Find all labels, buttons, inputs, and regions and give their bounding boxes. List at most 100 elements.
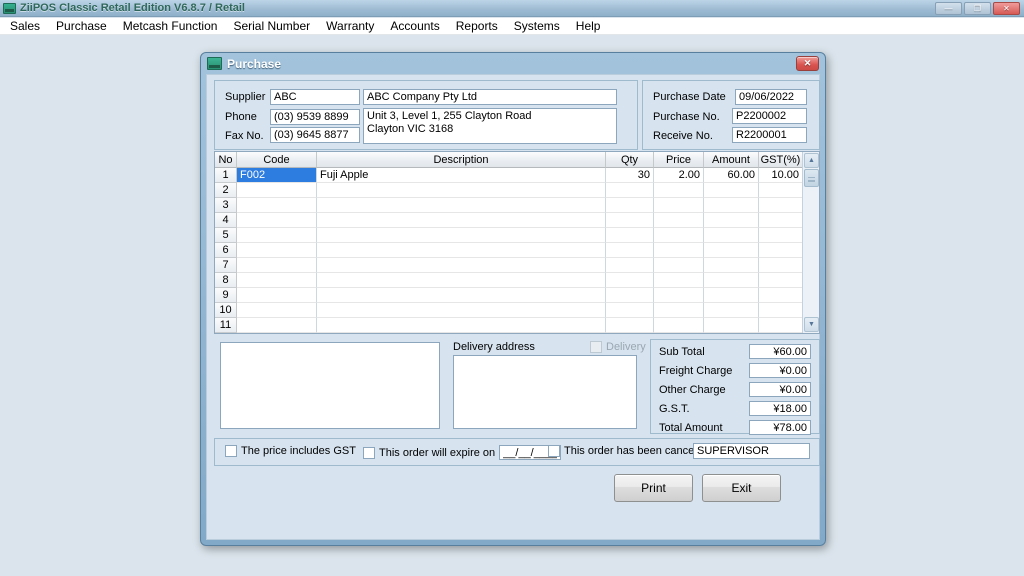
grid-cell-gst[interactable] bbox=[759, 288, 803, 303]
scroll-up-icon[interactable]: ▲ bbox=[804, 153, 819, 168]
grid-cell-amount[interactable] bbox=[704, 318, 759, 333]
grid-cell-qty[interactable] bbox=[606, 318, 654, 333]
user-input[interactable] bbox=[693, 443, 810, 459]
row-number[interactable]: 2 bbox=[215, 183, 237, 198]
grid-cell-qty[interactable] bbox=[606, 288, 654, 303]
grid-cell-code[interactable] bbox=[237, 288, 317, 303]
grid-cell-amount[interactable] bbox=[704, 213, 759, 228]
grid-cell-price[interactable] bbox=[654, 213, 704, 228]
grid-cell-price[interactable] bbox=[654, 243, 704, 258]
grid-cell-code[interactable] bbox=[237, 243, 317, 258]
menu-item-serial-number[interactable]: Serial Number bbox=[225, 18, 318, 34]
grid-cell-description[interactable] bbox=[317, 273, 606, 288]
menu-item-help[interactable]: Help bbox=[568, 18, 609, 34]
grid-cell-price[interactable] bbox=[654, 183, 704, 198]
order-expire-checkbox[interactable] bbox=[363, 447, 375, 459]
grid-cell-description[interactable] bbox=[317, 288, 606, 303]
grid-cell-gst[interactable] bbox=[759, 273, 803, 288]
row-number[interactable]: 11 bbox=[215, 318, 237, 333]
grid-cell-price[interactable] bbox=[654, 288, 704, 303]
row-number[interactable]: 4 bbox=[215, 213, 237, 228]
purchase-no-input[interactable] bbox=[732, 108, 807, 124]
grid-cell-code[interactable] bbox=[237, 273, 317, 288]
row-number[interactable]: 8 bbox=[215, 273, 237, 288]
grid-cell-price[interactable] bbox=[654, 303, 704, 318]
grid-cell-code[interactable] bbox=[237, 213, 317, 228]
phone-input[interactable] bbox=[270, 109, 360, 125]
grid-cell-gst[interactable]: 10.00 bbox=[759, 168, 803, 183]
grid-cell-gst[interactable] bbox=[759, 258, 803, 273]
grid-cell-code[interactable] bbox=[237, 198, 317, 213]
grid-cell-price[interactable] bbox=[654, 258, 704, 273]
grid-cell-amount[interactable] bbox=[704, 228, 759, 243]
close-button[interactable]: ✕ bbox=[993, 2, 1020, 15]
grid-cell-qty[interactable] bbox=[606, 258, 654, 273]
grid-cell-description[interactable] bbox=[317, 228, 606, 243]
grid-cell-price[interactable] bbox=[654, 198, 704, 213]
print-button[interactable]: Print bbox=[614, 474, 693, 502]
row-number[interactable]: 1 bbox=[215, 168, 237, 183]
minimize-button[interactable]: — bbox=[935, 2, 962, 15]
grid-cell-gst[interactable] bbox=[759, 303, 803, 318]
row-number[interactable]: 6 bbox=[215, 243, 237, 258]
grid-cell-qty[interactable] bbox=[606, 303, 654, 318]
supplier-code-input[interactable] bbox=[270, 89, 360, 105]
grid-cell-amount[interactable] bbox=[704, 258, 759, 273]
grid-cell-price[interactable] bbox=[654, 318, 704, 333]
grid-cell-gst[interactable] bbox=[759, 213, 803, 228]
dialog-titlebar[interactable]: Purchase ✕ bbox=[201, 53, 825, 74]
grid-cell-amount[interactable] bbox=[704, 243, 759, 258]
fax-input[interactable] bbox=[270, 127, 360, 143]
receive-no-input[interactable] bbox=[732, 127, 807, 143]
grid-cell-price[interactable] bbox=[654, 228, 704, 243]
grid-cell-code[interactable] bbox=[237, 228, 317, 243]
grid-cell-description[interactable] bbox=[317, 303, 606, 318]
grid-cell-qty[interactable] bbox=[606, 273, 654, 288]
grid-cell-description[interactable] bbox=[317, 243, 606, 258]
menu-item-reports[interactable]: Reports bbox=[448, 18, 506, 34]
grid-cell-gst[interactable] bbox=[759, 228, 803, 243]
grid-cell-qty[interactable]: 30 bbox=[606, 168, 654, 183]
row-number[interactable]: 7 bbox=[215, 258, 237, 273]
supplier-name-input[interactable] bbox=[363, 89, 617, 105]
row-number[interactable]: 10 bbox=[215, 303, 237, 318]
grid-cell-qty[interactable] bbox=[606, 198, 654, 213]
delivery-address-input[interactable] bbox=[453, 355, 637, 429]
scroll-down-icon[interactable]: ▼ bbox=[804, 317, 819, 332]
row-number[interactable]: 5 bbox=[215, 228, 237, 243]
menu-item-metcash-function[interactable]: Metcash Function bbox=[115, 18, 226, 34]
grid-cell-qty[interactable] bbox=[606, 243, 654, 258]
grid-cell-code[interactable] bbox=[237, 183, 317, 198]
grid-cell-description[interactable] bbox=[317, 213, 606, 228]
grid-cell-amount[interactable] bbox=[704, 288, 759, 303]
grid-cell-description[interactable]: Fuji Apple bbox=[317, 168, 606, 183]
grid-cell-code[interactable] bbox=[237, 303, 317, 318]
grid-cell-code[interactable] bbox=[237, 258, 317, 273]
grid-cell-qty[interactable] bbox=[606, 183, 654, 198]
grid-cell-description[interactable] bbox=[317, 198, 606, 213]
grid-cell-code[interactable]: F002 bbox=[237, 168, 317, 183]
grid-cell-price[interactable]: 2.00 bbox=[654, 168, 704, 183]
grid-cell-amount[interactable]: 60.00 bbox=[704, 168, 759, 183]
grid-cell-amount[interactable] bbox=[704, 198, 759, 213]
purchase-date-input[interactable] bbox=[735, 89, 807, 105]
grid-cell-description[interactable] bbox=[317, 258, 606, 273]
grid-cell-gst[interactable] bbox=[759, 183, 803, 198]
menu-item-systems[interactable]: Systems bbox=[506, 18, 568, 34]
grid-cell-amount[interactable] bbox=[704, 183, 759, 198]
notes-input[interactable] bbox=[220, 342, 440, 429]
maximize-button[interactable]: ❐ bbox=[964, 2, 991, 15]
grid-cell-qty[interactable] bbox=[606, 213, 654, 228]
dialog-close-button[interactable]: ✕ bbox=[796, 56, 819, 71]
grid-cell-description[interactable] bbox=[317, 183, 606, 198]
order-cancelled-checkbox[interactable] bbox=[548, 445, 560, 457]
menu-item-warranty[interactable]: Warranty bbox=[318, 18, 382, 34]
menu-item-sales[interactable]: Sales bbox=[2, 18, 48, 34]
row-number[interactable]: 3 bbox=[215, 198, 237, 213]
grid-cell-gst[interactable] bbox=[759, 198, 803, 213]
grid-vertical-scrollbar[interactable]: ▲ ▼ bbox=[802, 152, 819, 333]
grid-cell-amount[interactable] bbox=[704, 303, 759, 318]
menu-item-accounts[interactable]: Accounts bbox=[382, 18, 447, 34]
exit-button[interactable]: Exit bbox=[702, 474, 781, 502]
grid-cell-gst[interactable] bbox=[759, 243, 803, 258]
